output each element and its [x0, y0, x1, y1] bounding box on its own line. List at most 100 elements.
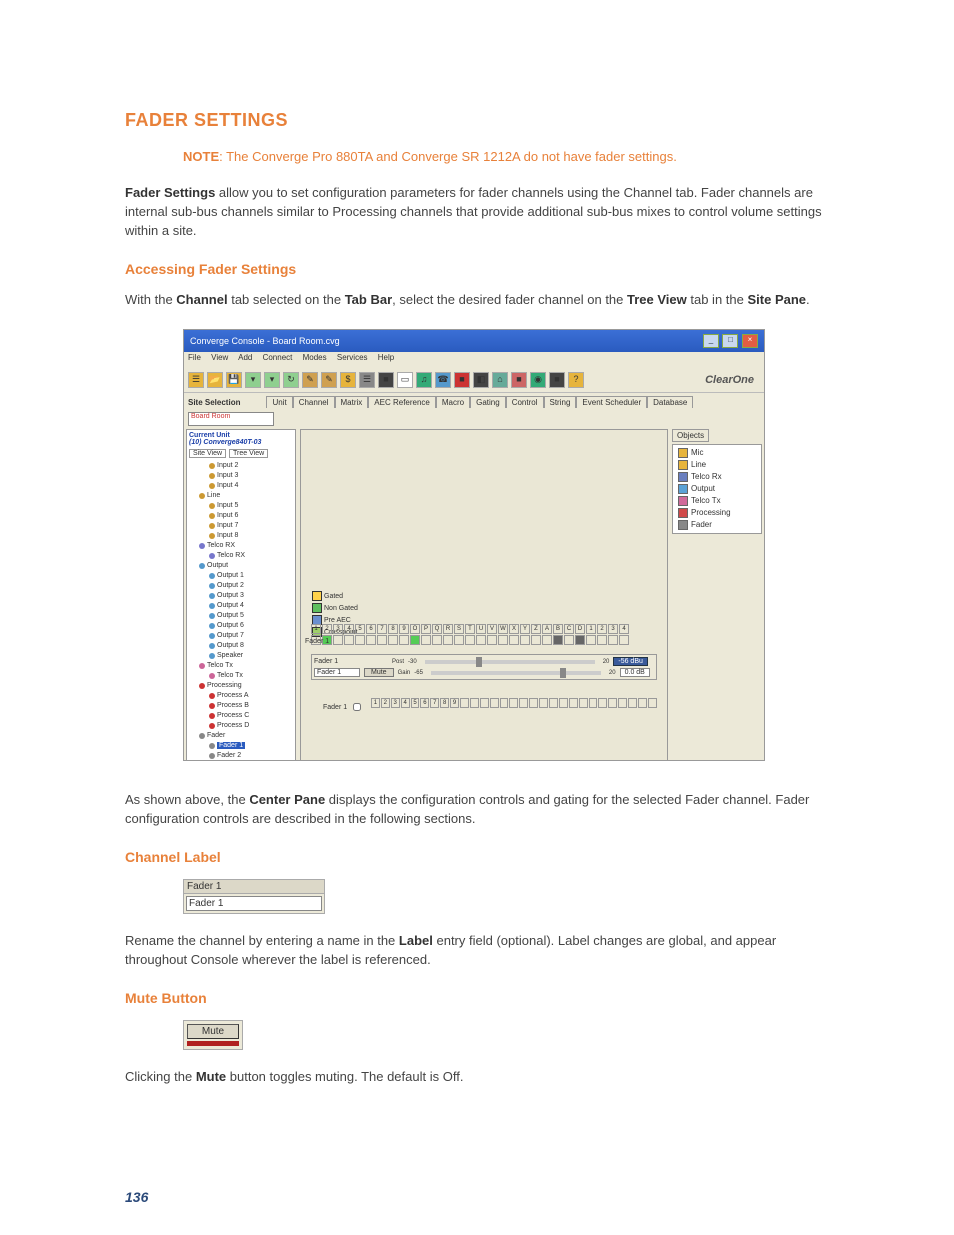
tree-item[interactable]: Fader	[189, 731, 293, 741]
tab-event[interactable]: Event Scheduler	[576, 396, 647, 408]
matrix-cell[interactable]	[388, 635, 398, 645]
tree-item[interactable]: Input 7	[189, 521, 293, 531]
toolbar-icon[interactable]: ▭	[397, 372, 413, 388]
toolbar-icon[interactable]: $	[340, 372, 356, 388]
tree-item[interactable]: Output 3	[189, 591, 293, 601]
menu-item[interactable]: Modes	[303, 353, 327, 362]
matrix-cell[interactable]	[366, 635, 376, 645]
tab-tree-view[interactable]: Tree View	[229, 449, 268, 458]
matrix-cell[interactable]	[586, 635, 596, 645]
objects-tab[interactable]: Objects	[672, 429, 709, 442]
toolbar-icon[interactable]: ☰	[188, 372, 204, 388]
matrix-cell[interactable]	[460, 698, 469, 708]
tree-item[interactable]: Output 6	[189, 621, 293, 631]
matrix-cell[interactable]: 7	[430, 698, 439, 708]
tab-string[interactable]: String	[544, 396, 577, 408]
menu-item[interactable]: Services	[337, 353, 368, 362]
menu-item[interactable]: Add	[238, 353, 252, 362]
matrix-cell[interactable]	[344, 635, 354, 645]
matrix-cell[interactable]	[399, 635, 409, 645]
toolbar-icon[interactable]: ✎	[321, 372, 337, 388]
tree-item[interactable]: Input 8	[189, 531, 293, 541]
matrix-cell[interactable]	[597, 635, 607, 645]
matrix-cell[interactable]	[628, 698, 637, 708]
fader-name-input[interactable]: Fader 1	[314, 668, 360, 677]
object-item[interactable]: Telco Tx	[675, 495, 759, 507]
matrix-cell[interactable]	[520, 635, 530, 645]
tree-item[interactable]: Output 5	[189, 611, 293, 621]
toolbar-icon[interactable]: ?	[568, 372, 584, 388]
toolbar-icon[interactable]: ■	[549, 372, 565, 388]
maximize-button[interactable]: □	[722, 334, 738, 348]
matrix-cell[interactable]: 3	[391, 698, 400, 708]
label-field-input[interactable]: Fader 1	[186, 896, 322, 911]
matrix-cell[interactable]	[579, 698, 588, 708]
tree-item[interactable]: Telco Tx	[189, 671, 293, 681]
object-item[interactable]: Output	[675, 483, 759, 495]
tree-item[interactable]: Processing	[189, 681, 293, 691]
tree-item[interactable]: Output 8	[189, 641, 293, 651]
matrix-cell[interactable]	[549, 698, 558, 708]
matrix-cell[interactable]	[589, 698, 598, 708]
tree-view[interactable]: Input 2Input 3Input 4LineInput 5Input 6I…	[189, 461, 293, 761]
matrix-cell[interactable]	[465, 635, 475, 645]
toolbar-icon[interactable]: ■	[378, 372, 394, 388]
object-item[interactable]: Processing	[675, 507, 759, 519]
tab-matrix[interactable]: Matrix	[335, 396, 369, 408]
matrix-cell[interactable]	[618, 698, 627, 708]
matrix-cell[interactable]	[500, 698, 509, 708]
matrix-cell[interactable]	[648, 698, 657, 708]
toolbar-icon[interactable]: ✎	[302, 372, 318, 388]
toolbar-icon[interactable]: ◧	[473, 372, 489, 388]
tree-item[interactable]: Telco RX	[189, 551, 293, 561]
matrix-cell[interactable]: 2	[381, 698, 390, 708]
object-item[interactable]: Fader	[675, 519, 759, 531]
tab-site-view[interactable]: Site View	[189, 449, 226, 458]
tree-item[interactable]: Speaker	[189, 651, 293, 661]
toolbar-icon[interactable]: 💾	[226, 372, 242, 388]
tree-item[interactable]: Telco RX	[189, 541, 293, 551]
toolbar-icon[interactable]: 📂	[207, 372, 223, 388]
tree-item[interactable]: Process B	[189, 701, 293, 711]
post-gain-slider[interactable]	[425, 660, 595, 664]
matrix-cell[interactable]	[509, 635, 519, 645]
tree-item[interactable]: Output 1	[189, 571, 293, 581]
gain-slider[interactable]	[431, 671, 601, 675]
matrix-cell[interactable]	[519, 698, 528, 708]
matrix-cell[interactable]: 5	[411, 698, 420, 708]
tree-item[interactable]: Input 3	[189, 471, 293, 481]
matrix-cell[interactable]	[487, 635, 497, 645]
matrix-cell[interactable]	[410, 635, 420, 645]
toolbar-icon[interactable]: ☎	[435, 372, 451, 388]
mute-button[interactable]: Mute	[364, 668, 394, 677]
matrix-cell[interactable]	[553, 635, 563, 645]
tree-item[interactable]: Line	[189, 491, 293, 501]
site-select-dropdown[interactable]: Board Room	[188, 412, 274, 426]
matrix-cell[interactable]	[476, 635, 486, 645]
matrix-cell[interactable]: 6	[420, 698, 429, 708]
matrix-cell[interactable]	[569, 698, 578, 708]
matrix-cell[interactable]	[575, 635, 585, 645]
tab-database[interactable]: Database	[647, 396, 693, 408]
tree-item[interactable]: Process A	[189, 691, 293, 701]
matrix-cell[interactable]	[480, 698, 489, 708]
minimize-button[interactable]: _	[703, 334, 719, 348]
toolbar-icon[interactable]: ↻	[283, 372, 299, 388]
tree-item[interactable]: Telco Tx	[189, 661, 293, 671]
toolbar-icon[interactable]: ⌂	[492, 372, 508, 388]
tab-gating[interactable]: Gating	[470, 396, 506, 408]
gain-readout[interactable]: 0.0 dB	[620, 668, 650, 677]
object-item[interactable]: Telco Rx	[675, 471, 759, 483]
tree-item[interactable]: Output 2	[189, 581, 293, 591]
matrix-cell[interactable]	[377, 635, 387, 645]
tab-aec[interactable]: AEC Reference	[368, 396, 436, 408]
menu-item[interactable]: File	[188, 353, 201, 362]
tab-channel[interactable]: Channel	[293, 396, 335, 408]
tree-item[interactable]: Input 2	[189, 461, 293, 471]
matrix-cell[interactable]	[564, 635, 574, 645]
tree-item[interactable]: Output	[189, 561, 293, 571]
toolbar-icon[interactable]: ◉	[530, 372, 546, 388]
matrix-cell[interactable]	[443, 635, 453, 645]
matrix-cell[interactable]	[638, 698, 647, 708]
matrix-cell[interactable]: 8	[440, 698, 449, 708]
